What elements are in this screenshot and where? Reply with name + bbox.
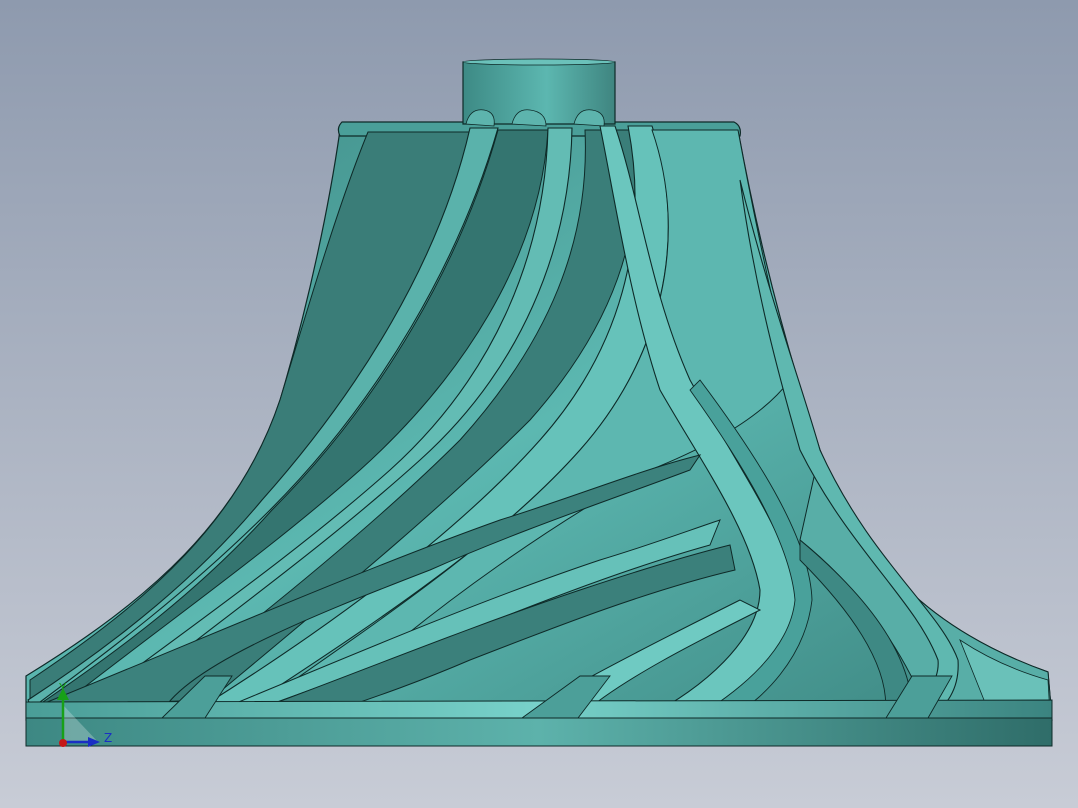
y-axis-label: Y	[59, 681, 67, 695]
origin-dot-icon	[59, 739, 67, 747]
coordinate-triad: Y Z	[40, 680, 130, 760]
impeller-model[interactable]	[0, 0, 1078, 808]
z-axis-label: Z	[104, 731, 113, 745]
triad-axes	[57, 688, 100, 747]
graphics-viewport[interactable]: Y Z	[0, 0, 1078, 808]
base-plate	[25, 717, 1053, 747]
triad-plane-icon	[63, 705, 98, 742]
